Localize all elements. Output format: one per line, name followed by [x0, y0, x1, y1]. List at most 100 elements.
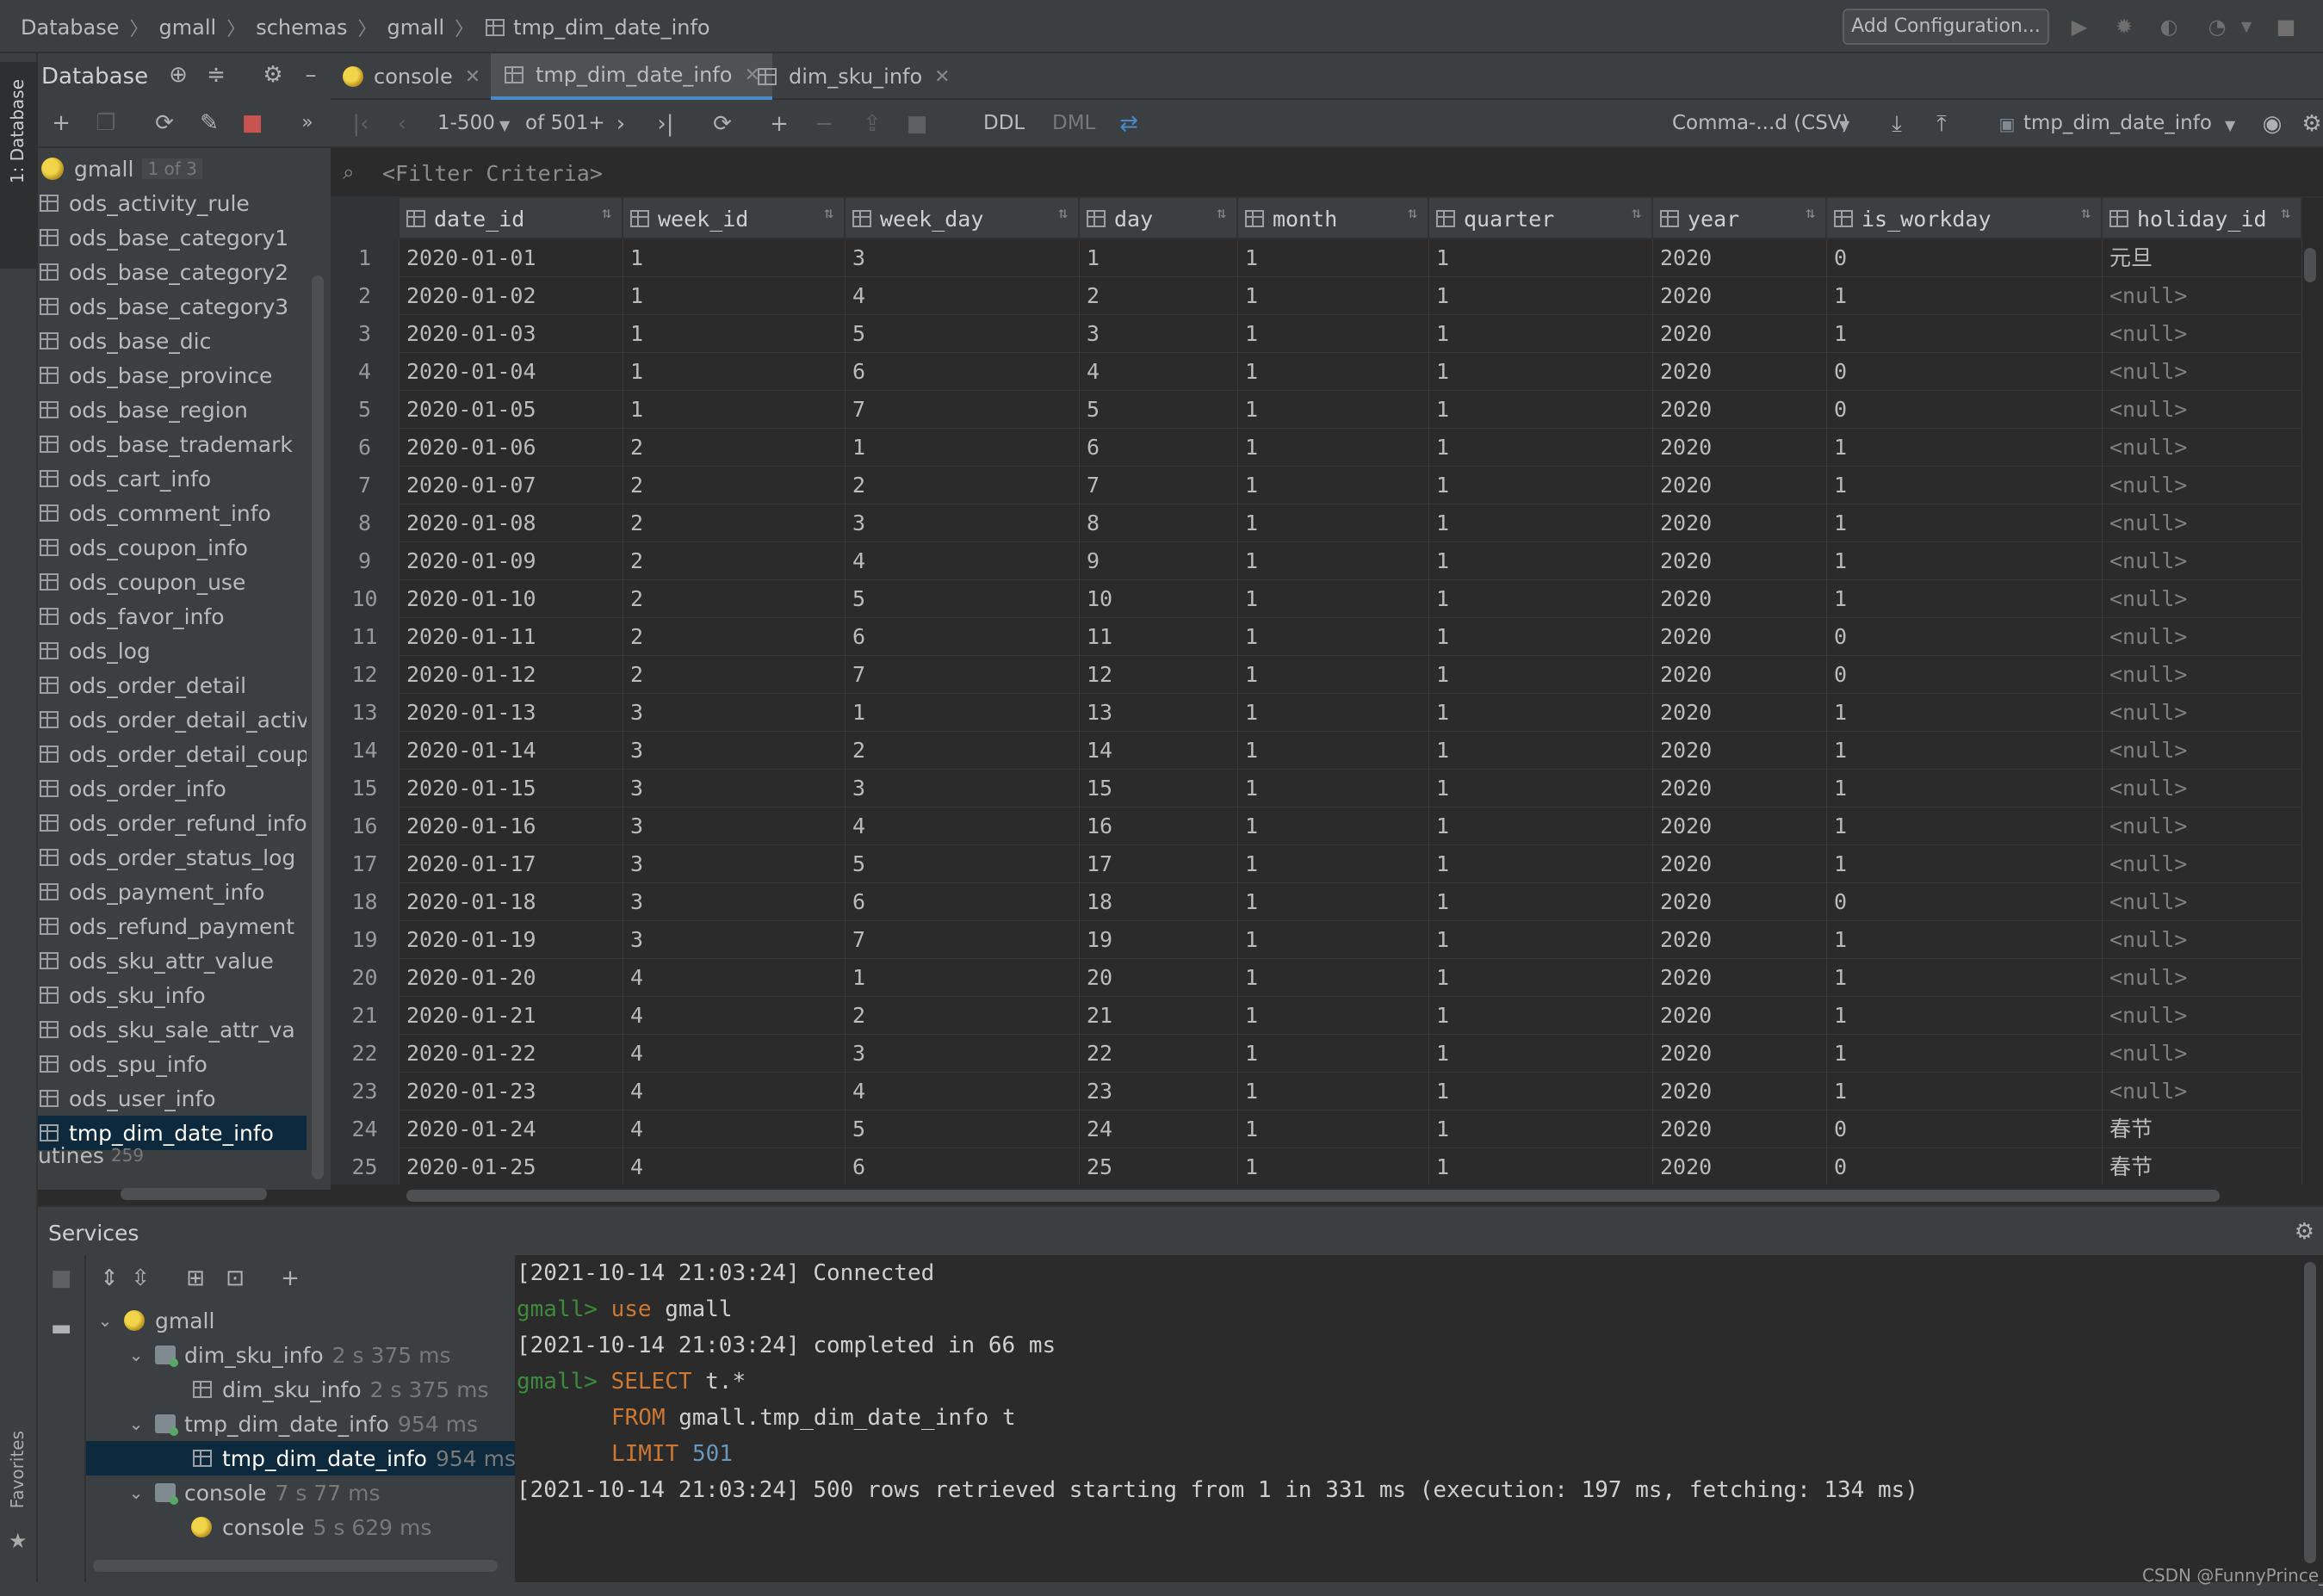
table-cell[interactable]: <null>: [2103, 770, 2302, 807]
tab-tmp-dim-date-info[interactable]: tmp_dim_date_info ✕: [491, 53, 772, 100]
table-cell[interactable]: 2: [623, 542, 846, 580]
table-cell[interactable]: 5: [846, 315, 1080, 353]
table-cell[interactable]: <null>: [2103, 694, 2302, 732]
table-cell[interactable]: 1: [1429, 542, 1653, 580]
breadcrumb-item-table[interactable]: tmp_dim_date_info: [513, 15, 709, 40]
export-format-selector[interactable]: Comma-...d (CSV): [1672, 112, 1849, 134]
tree-table-item[interactable]: ods_base_dic: [38, 324, 307, 358]
table-cell[interactable]: 2020: [1653, 542, 1827, 580]
table-cell[interactable]: <null>: [2103, 845, 2302, 883]
grid-horizontal-scrollbar[interactable]: [406, 1190, 2220, 1202]
table-cell[interactable]: 0: [1827, 618, 2103, 656]
table-cell[interactable]: 2020: [1653, 618, 1827, 656]
table-cell[interactable]: 2020: [1653, 1035, 1827, 1073]
filter-criteria-input[interactable]: [382, 158, 1415, 188]
table-cell[interactable]: 0: [1827, 656, 2103, 694]
table-cell[interactable]: 2020-01-13: [400, 694, 623, 732]
table-cell[interactable]: 2020-01-01: [400, 239, 623, 277]
table-cell[interactable]: 1: [1238, 1148, 1429, 1185]
table-row[interactable]: 15 2020-01-15 3 3 15 1 1 2020 1 <null>: [331, 770, 2302, 807]
edit-icon[interactable]: ✎: [195, 108, 224, 138]
table-cell[interactable]: 4: [846, 277, 1080, 315]
table-cell[interactable]: <null>: [2103, 277, 2302, 315]
table-cell[interactable]: 5: [846, 580, 1080, 618]
chevron-down-icon[interactable]: ▼: [1839, 117, 1849, 133]
table-row[interactable]: 13 2020-01-13 3 1 13 1 1 2020 1 <null>: [331, 694, 2302, 732]
table-cell[interactable]: 1: [1429, 845, 1653, 883]
table-cell[interactable]: 5: [1080, 391, 1238, 429]
table-cell[interactable]: 1: [1238, 391, 1429, 429]
add-icon[interactable]: +: [46, 108, 76, 138]
tree-table-item[interactable]: ods_sku_attr_value: [38, 943, 307, 978]
table-cell[interactable]: 1: [1827, 997, 2103, 1035]
tree-table-item[interactable]: ods_order_refund_info: [38, 806, 307, 840]
table-cell[interactable]: 14: [1080, 732, 1238, 770]
table-row[interactable]: 23 2020-01-23 4 4 23 1 1 2020 1 <null>: [331, 1073, 2302, 1110]
gear-icon[interactable]: ⚙: [258, 60, 288, 90]
tree-table-item[interactable]: ods_cart_info: [38, 461, 307, 496]
table-cell[interactable]: 1: [1429, 315, 1653, 353]
table-cell[interactable]: <null>: [2103, 429, 2302, 467]
table-cell[interactable]: 0: [1827, 883, 2103, 921]
table-cell[interactable]: 2020: [1653, 921, 1827, 959]
table-cell[interactable]: 2020-01-07: [400, 467, 623, 504]
table-cell[interactable]: 6: [846, 1148, 1080, 1185]
table-cell[interactable]: 1: [1238, 694, 1429, 732]
table-cell[interactable]: 11: [1080, 618, 1238, 656]
table-cell[interactable]: 1: [1429, 883, 1653, 921]
database-tree-hscrollbar[interactable]: [121, 1188, 267, 1200]
table-cell[interactable]: 1: [1238, 959, 1429, 997]
table-cell[interactable]: 2: [623, 504, 846, 542]
table-cell[interactable]: 春节: [2103, 1110, 2302, 1148]
hide-icon[interactable]: –: [296, 60, 325, 90]
sort-icon[interactable]: ⇅: [1806, 206, 1815, 221]
previous-page-icon[interactable]: ‹: [387, 109, 417, 139]
profile-icon[interactable]: ◔: [2204, 14, 2230, 40]
table-cell[interactable]: 6: [846, 618, 1080, 656]
table-cell[interactable]: 1: [846, 429, 1080, 467]
more-icon[interactable]: »: [293, 108, 322, 138]
table-cell[interactable]: 2020: [1653, 997, 1827, 1035]
table-cell[interactable]: 3: [623, 883, 846, 921]
table-cell[interactable]: 3: [1080, 315, 1238, 353]
layout-icon[interactable]: ▬: [46, 1314, 76, 1343]
tree-table-item[interactable]: ods_base_category3: [38, 289, 307, 324]
table-cell[interactable]: 1: [1238, 504, 1429, 542]
table-cell[interactable]: 1: [1238, 542, 1429, 580]
table-cell[interactable]: 2020-01-15: [400, 770, 623, 807]
sort-icon[interactable]: ⇅: [1058, 206, 1068, 221]
table-cell[interactable]: 6: [846, 883, 1080, 921]
grid-vertical-scrollbar[interactable]: [2304, 248, 2316, 282]
services-tree-scrollbar[interactable]: [93, 1560, 498, 1572]
table-cell[interactable]: 2020-01-23: [400, 1073, 623, 1110]
tree-table-item[interactable]: ods_base_trademark: [38, 427, 307, 461]
table-cell[interactable]: 2020: [1653, 315, 1827, 353]
column-header-week-day[interactable]: week_day ⇅: [846, 198, 1080, 239]
compare-icon[interactable]: ⇄: [1114, 109, 1143, 139]
table-cell[interactable]: 2: [623, 429, 846, 467]
add-service-icon[interactable]: +: [276, 1264, 305, 1293]
filter-icon[interactable]: ⊡: [220, 1264, 250, 1293]
tree-table-item[interactable]: ods_base_category1: [38, 220, 307, 255]
table-cell[interactable]: 1: [1429, 618, 1653, 656]
tree-table-item[interactable]: ods_user_info: [38, 1081, 307, 1116]
chevron-down-icon[interactable]: ⌄: [127, 1482, 145, 1503]
chevron-down-icon[interactable]: ⌄: [127, 1345, 145, 1365]
table-cell[interactable]: 1: [1429, 694, 1653, 732]
service-dim-sku-info[interactable]: ⌄ dim_sku_info 2 s 375 ms: [127, 1338, 451, 1372]
service-dim-sku-info-result[interactable]: dim_sku_info 2 s 375 ms: [191, 1372, 489, 1407]
table-cell[interactable]: 2020: [1653, 845, 1827, 883]
table-cell[interactable]: 1: [1429, 770, 1653, 807]
table-cell[interactable]: 4: [846, 542, 1080, 580]
table-cell[interactable]: 1: [1827, 580, 2103, 618]
table-cell[interactable]: 1: [1827, 542, 2103, 580]
gear-icon[interactable]: ⚙: [2297, 109, 2323, 139]
table-cell[interactable]: <null>: [2103, 656, 2302, 694]
stop-icon[interactable]: ■: [2273, 14, 2299, 40]
table-cell[interactable]: 2: [623, 656, 846, 694]
tree-table-item[interactable]: ods_activity_rule: [38, 186, 307, 220]
table-row[interactable]: 21 2020-01-21 4 2 21 1 1 2020 1 <null>: [331, 997, 2302, 1035]
table-cell[interactable]: 5: [846, 845, 1080, 883]
table-cell[interactable]: 1: [1238, 1073, 1429, 1110]
column-header-date-id[interactable]: date_id ⇅: [400, 198, 623, 239]
